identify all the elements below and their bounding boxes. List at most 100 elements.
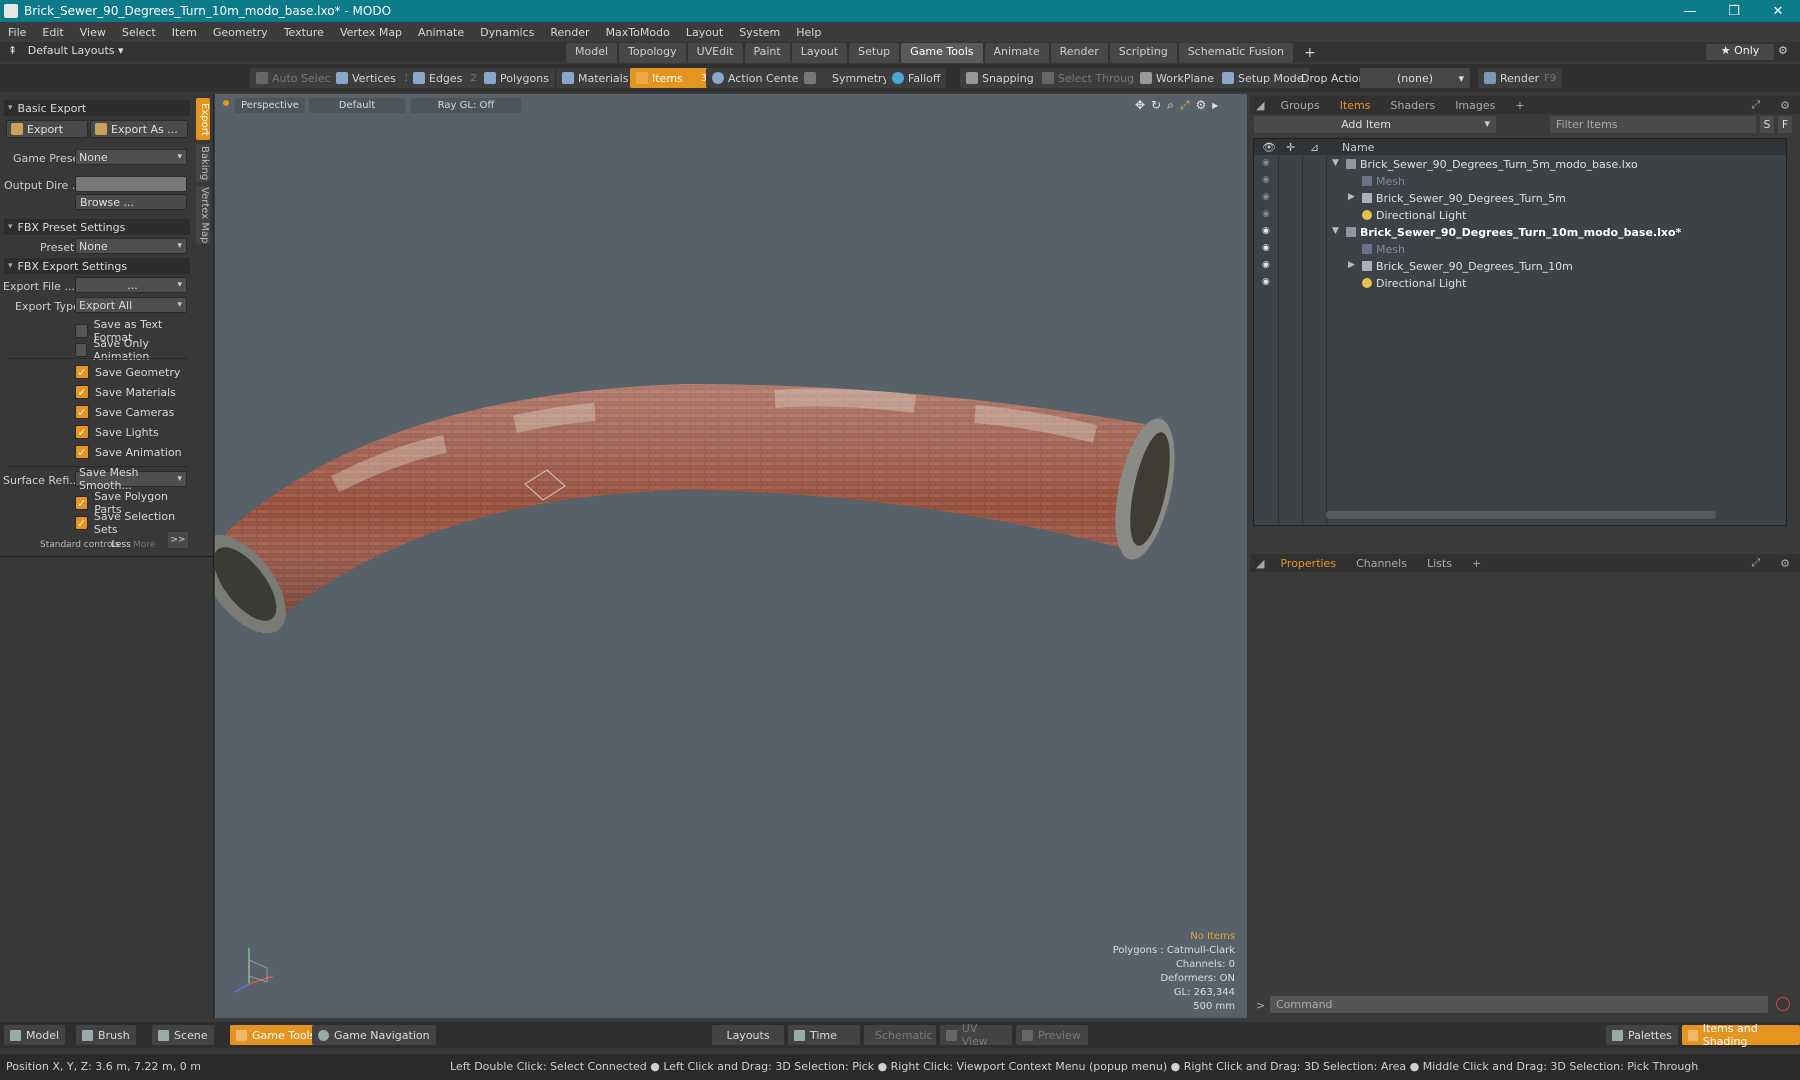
export-type-dropdown[interactable]: Export All: [75, 297, 187, 313]
tab-lists[interactable]: Lists: [1417, 557, 1462, 570]
tab-shaders[interactable]: Shaders: [1380, 99, 1445, 112]
snapping-button[interactable]: Snapping: [960, 68, 1040, 88]
tab-vertex-map[interactable]: Vertex Map: [196, 186, 210, 244]
materials-button[interactable]: Materials: [556, 68, 635, 88]
filter-s-button[interactable]: S: [1760, 116, 1774, 133]
render-button[interactable]: Render F9: [1478, 68, 1563, 88]
item-row-mesh-5m[interactable]: ◉ ▶ Brick_Sewer_90_Degrees_Turn_5m: [1254, 190, 1786, 207]
basic-export-header[interactable]: Basic Export: [4, 100, 190, 116]
add-tab-button[interactable]: +: [1295, 43, 1325, 63]
output-dir-field[interactable]: [75, 176, 187, 192]
add-tab-icon[interactable]: +: [1505, 99, 1534, 112]
scene-button[interactable]: Scene: [152, 1025, 214, 1045]
items-button[interactable]: Items 3: [630, 68, 714, 88]
item-row-mesh[interactable]: ◉ Mesh: [1254, 241, 1786, 258]
save-only-animation-checkbox[interactable]: Save Only Animation: [75, 337, 192, 363]
menu-view[interactable]: View: [72, 26, 114, 39]
menu-render[interactable]: Render: [542, 26, 597, 39]
polygons-button[interactable]: Polygons: [478, 68, 555, 88]
tab-items[interactable]: Items: [1330, 99, 1381, 112]
items-and-shading-button[interactable]: Items and Shading: [1682, 1022, 1800, 1048]
save-animation-checkbox[interactable]: ✓ Save Animation: [75, 445, 182, 459]
preview-button[interactable]: Preview: [1016, 1025, 1088, 1045]
save-lights-checkbox[interactable]: ✓ Save Lights: [75, 425, 159, 439]
menu-maxtomodo[interactable]: MaxToModo: [598, 26, 678, 39]
tab-layout[interactable]: Layout: [791, 43, 848, 63]
tab-render[interactable]: Render: [1050, 43, 1108, 63]
tab-setup[interactable]: Setup: [849, 43, 900, 63]
time-button[interactable]: Time: [788, 1025, 860, 1045]
save-materials-checkbox[interactable]: ✓ Save Materials: [75, 385, 176, 399]
game-navigation-button[interactable]: Game Navigation: [312, 1025, 436, 1045]
palettes-button[interactable]: Palettes: [1606, 1025, 1678, 1045]
visibility-eye-icon[interactable]: ◉: [1262, 226, 1274, 238]
maximize-panel-icon[interactable]: ⤢: [1741, 556, 1770, 570]
export-button[interactable]: Export: [6, 120, 88, 138]
tab-game-tools[interactable]: Game Tools: [901, 43, 983, 63]
menu-geometry[interactable]: Geometry: [205, 26, 276, 39]
maximize-panel-icon[interactable]: ⤢: [1741, 98, 1770, 112]
more-button[interactable]: More: [133, 540, 155, 550]
maximize-button[interactable]: ❐: [1712, 0, 1756, 22]
menu-texture[interactable]: Texture: [276, 26, 332, 39]
expand-arrow-icon[interactable]: ▶: [1348, 192, 1355, 202]
tab-baking[interactable]: Baking: [196, 144, 210, 182]
filter-f-button[interactable]: F: [1778, 116, 1792, 133]
save-cameras-checkbox[interactable]: ✓ Save Cameras: [75, 405, 174, 419]
tab-scripting[interactable]: Scripting: [1109, 43, 1177, 63]
tab-export[interactable]: Export: [196, 98, 210, 140]
visibility-eye-icon[interactable]: ◉: [1262, 192, 1274, 204]
menu-file[interactable]: File: [0, 26, 34, 39]
panel-gear-icon[interactable]: ⚙: [1770, 99, 1800, 112]
menu-vertex-map[interactable]: Vertex Map: [332, 26, 410, 39]
tab-animate[interactable]: Animate: [984, 43, 1049, 63]
gear-icon[interactable]: ⚙: [1778, 44, 1788, 57]
export-file-dropdown[interactable]: ...: [75, 277, 187, 293]
tab-groups[interactable]: Groups: [1270, 99, 1329, 112]
less-button[interactable]: Less: [111, 540, 131, 550]
browse-button[interactable]: Browse ...: [75, 194, 187, 210]
item-row-light[interactable]: ◉ Directional Light: [1254, 275, 1786, 292]
horizontal-scrollbar[interactable]: [1326, 511, 1716, 519]
tab-topology[interactable]: Topology: [619, 43, 686, 63]
save-geometry-checkbox[interactable]: ✓ Save Geometry: [75, 365, 180, 379]
visibility-eye-icon[interactable]: ◉: [1262, 277, 1274, 289]
action-center-button[interactable]: Action Center: [706, 68, 809, 88]
item-row-light[interactable]: ◉ Directional Light: [1254, 207, 1786, 224]
drop-action-select[interactable]: (none) ▾: [1360, 68, 1470, 88]
menu-system[interactable]: System: [731, 26, 788, 39]
3d-viewport[interactable]: Perspective Default Ray GL: Off ✥ ↻ ⌕ ⤢ …: [215, 94, 1247, 1018]
close-button[interactable]: ✕: [1756, 0, 1800, 22]
panel-gear-icon[interactable]: ⚙: [1770, 557, 1800, 570]
export-as-button[interactable]: Export As ...: [90, 120, 188, 138]
tab-model[interactable]: Model: [566, 43, 618, 63]
setup-mode-button[interactable]: Setup Mode: [1216, 68, 1310, 88]
fbx-export-settings-header[interactable]: FBX Export Settings: [4, 258, 190, 274]
minimize-button[interactable]: —: [1668, 0, 1712, 22]
game-tools-button[interactable]: Game Tools: [230, 1025, 322, 1045]
auto-select-button[interactable]: Auto Select: [250, 68, 341, 88]
tab-properties[interactable]: Properties: [1270, 557, 1346, 570]
fbx-preset-settings-header[interactable]: FBX Preset Settings: [4, 219, 190, 235]
symmetry-button[interactable]: Symmetry: [798, 68, 896, 88]
only-button[interactable]: ★ Only: [1706, 44, 1774, 60]
add-tab-icon[interactable]: +: [1462, 557, 1491, 570]
preset-dropdown[interactable]: None: [75, 238, 187, 254]
select-through-button[interactable]: Select Through: [1036, 68, 1148, 88]
tab-schematic-fusion[interactable]: Schematic Fusion: [1178, 43, 1294, 63]
model-button[interactable]: Model: [4, 1025, 66, 1045]
layouts-button[interactable]: Layouts: [712, 1025, 784, 1045]
visibility-eye-icon[interactable]: ◉: [1262, 209, 1274, 221]
visibility-eye-icon[interactable]: ◉: [1262, 158, 1274, 170]
visibility-eye-icon[interactable]: ◉: [1262, 175, 1274, 187]
vertices-button[interactable]: Vertices1: [330, 68, 417, 88]
game-preset-dropdown[interactable]: None: [75, 149, 187, 165]
visibility-eye-icon[interactable]: ◉: [1262, 243, 1274, 255]
default-layouts-dropdown[interactable]: ⇞ Default Layouts ▾: [8, 44, 124, 57]
workplane-button[interactable]: WorkPlane: [1134, 68, 1221, 88]
item-row-scene-10m[interactable]: ◉ ▼ Brick_Sewer_90_Degrees_Turn_10m_modo…: [1254, 224, 1786, 241]
collapse-arrow-icon[interactable]: ▼: [1332, 158, 1339, 168]
falloff-button[interactable]: Falloff: [886, 68, 947, 88]
menu-layout[interactable]: Layout: [678, 26, 731, 39]
schematic-button[interactable]: Schematic: [864, 1025, 936, 1045]
